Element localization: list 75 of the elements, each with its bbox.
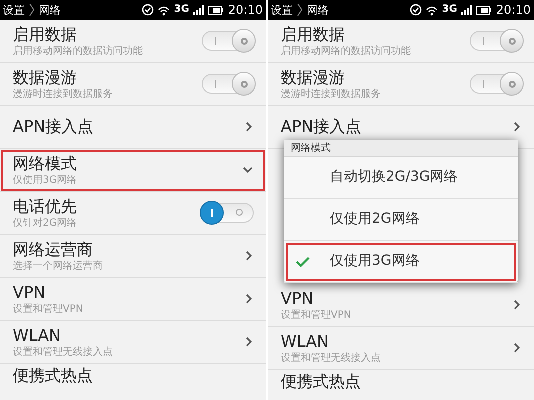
settings-row[interactable]: WLAN 设置和管理无线接入点 (0, 321, 266, 364)
check-circle-icon (142, 4, 154, 16)
settings-row[interactable]: 启用数据 启用移动网络的数据访问功能 (0, 20, 266, 63)
settings-row[interactable]: 数据漫游 漫游时连接到数据服务 (0, 63, 266, 106)
row-title: 启用数据 (13, 24, 78, 44)
row-subtitle: 设置和管理无线接入点 (281, 352, 382, 364)
breadcrumb-item[interactable]: 网络 (307, 4, 329, 16)
settings-row[interactable]: 网络运营商 选择一个网络运营商 (0, 235, 266, 278)
settings-row[interactable]: VPN 设置和管理VPN (268, 284, 534, 327)
row-title: APN接入点 (13, 117, 95, 137)
settings-row[interactable]: 便携式热点 (0, 364, 266, 400)
toggle-switch[interactable] (202, 74, 254, 94)
wifi-icon (426, 4, 438, 16)
check-circle-icon (410, 4, 422, 16)
row-subtitle: 设置和管理无线接入点 (13, 346, 114, 358)
battery-icon (208, 6, 224, 14)
chevron-right-icon (244, 121, 254, 133)
checkmark-icon (296, 256, 310, 268)
chevron-right-icon (244, 293, 254, 305)
toggle-switch[interactable] (470, 31, 522, 51)
row-title: 启用数据 (281, 24, 346, 44)
row-subtitle: 漫游时连接到数据服务 (13, 88, 114, 100)
row-title: 数据漫游 (281, 68, 346, 88)
dialog-option[interactable]: 自动切换2G/3G网络 (284, 157, 518, 199)
toggle-switch[interactable] (202, 31, 254, 51)
row-title: WLAN (281, 332, 330, 352)
clock-time: 20:10 (496, 4, 531, 16)
chevron-right-icon (244, 250, 254, 262)
chevron-right-icon (512, 299, 522, 311)
row-subtitle: 启用移动网络的数据访问功能 (281, 44, 412, 58)
row-subtitle: 启用移动网络的数据访问功能 (13, 44, 144, 58)
breadcrumb-separator-icon (297, 3, 303, 17)
breadcrumb-item[interactable]: 网络 (39, 4, 61, 16)
battery-icon (476, 6, 492, 14)
row-title: 便携式热点 (281, 372, 362, 392)
row-title: 电话优先 (13, 196, 78, 216)
chevron-right-icon (512, 342, 522, 354)
settings-row[interactable]: VPN 设置和管理VPN (0, 278, 266, 321)
network-type: 3G (174, 5, 190, 15)
row-subtitle: 仅使用3G网络 (13, 174, 78, 186)
signal-icon (193, 5, 204, 15)
dialog-option[interactable]: 仅使用2G网络 (284, 199, 518, 241)
breadcrumb-separator-icon (29, 3, 35, 17)
breadcrumb-item[interactable]: 设置 (271, 4, 293, 16)
settings-row[interactable]: APN接入点 (0, 106, 266, 149)
row-title: VPN (13, 282, 47, 302)
settings-row[interactable]: 数据漫游 漫游时连接到数据服务 (268, 63, 534, 106)
settings-row[interactable]: 启用数据 启用移动网络的数据访问功能 (268, 20, 534, 63)
settings-row[interactable]: 电话优先 仅针对2G网络 (0, 192, 266, 235)
settings-row[interactable]: 便携式热点 (268, 370, 534, 400)
chevron-right-icon (244, 336, 254, 348)
row-title: 网络模式 (13, 154, 78, 174)
row-title: VPN (281, 288, 315, 308)
toggle-switch[interactable] (202, 203, 254, 223)
signal-icon (461, 5, 472, 15)
chevron-right-icon (512, 121, 522, 133)
wifi-icon (158, 4, 170, 16)
row-subtitle: 漫游时连接到数据服务 (281, 88, 382, 100)
row-subtitle: 设置和管理VPN (281, 308, 352, 322)
row-subtitle: 设置和管理VPN (13, 302, 84, 316)
row-title: 便携式热点 (13, 366, 94, 386)
row-subtitle: 选择一个网络运营商 (13, 260, 104, 272)
clock-time: 20:10 (228, 4, 263, 16)
row-title: WLAN (13, 326, 62, 346)
network-type: 3G (442, 5, 458, 15)
row-title: 数据漫游 (13, 68, 78, 88)
toggle-switch[interactable] (470, 74, 522, 94)
dialog-option[interactable]: 仅使用3G网络 (284, 241, 518, 283)
row-title: 网络运营商 (13, 240, 94, 260)
row-subtitle: 仅针对2G网络 (13, 216, 78, 230)
settings-row[interactable]: WLAN 设置和管理无线接入点 (268, 327, 534, 370)
row-title: APN接入点 (281, 117, 363, 137)
breadcrumb-item[interactable]: 设置 (3, 4, 25, 16)
dialog-title: 网络模式 (284, 140, 518, 157)
settings-row[interactable]: 网络模式 仅使用3G网络 (0, 149, 266, 192)
